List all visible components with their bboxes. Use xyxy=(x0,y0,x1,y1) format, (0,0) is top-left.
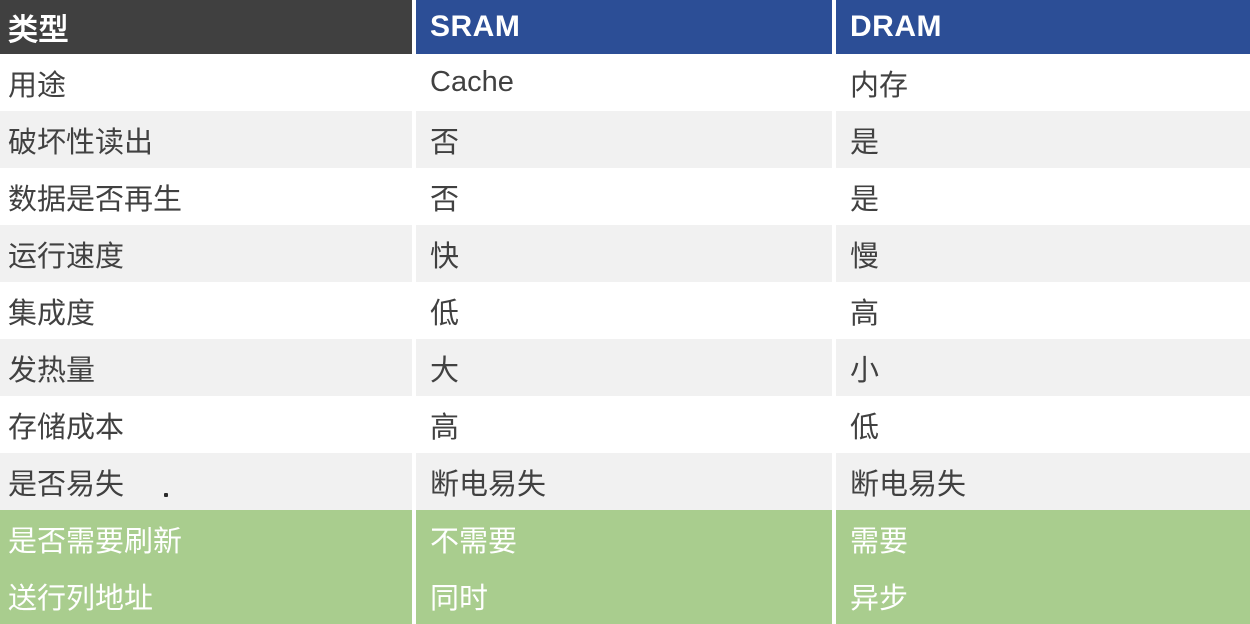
row-label: 送行列地址 xyxy=(0,567,412,624)
row-value-dram: 断电易失 xyxy=(836,453,1250,510)
row-label: 集成度 xyxy=(0,282,412,339)
header-cell-sram: SRAM xyxy=(416,0,832,54)
header-cell-type: 类型 xyxy=(0,0,412,54)
row-value-sram: 同时 xyxy=(416,567,832,624)
row-value-dram: 是 xyxy=(836,168,1250,225)
table-row: 用途 Cache 内存 xyxy=(0,54,1250,111)
row-value-dram: 低 xyxy=(836,396,1250,453)
row-value-sram: 大 xyxy=(416,339,832,396)
row-value-sram: 不需要 xyxy=(416,510,832,567)
row-value-dram: 小 xyxy=(836,339,1250,396)
table-row: 数据是否再生 否 是 xyxy=(0,168,1250,225)
row-label: 运行速度 xyxy=(0,225,412,282)
table-row: 存储成本 高 低 xyxy=(0,396,1250,453)
table-row: 是否易失 断电易失 断电易失 xyxy=(0,453,1250,510)
table-row: 集成度 低 高 xyxy=(0,282,1250,339)
row-value-dram: 高 xyxy=(836,282,1250,339)
row-label: 破坏性读出 xyxy=(0,111,412,168)
row-value-sram: 快 xyxy=(416,225,832,282)
row-value-dram: 内存 xyxy=(836,54,1250,111)
row-label: 数据是否再生 xyxy=(0,168,412,225)
stray-dot-artifact xyxy=(164,493,168,497)
row-value-sram: 断电易失 xyxy=(416,453,832,510)
row-value-sram: 否 xyxy=(416,111,832,168)
row-label: 发热量 xyxy=(0,339,412,396)
row-value-dram: 是 xyxy=(836,111,1250,168)
comparison-table: 类型 SRAM DRAM 用途 Cache 内存 破坏性读出 否 是 数据是否再… xyxy=(0,0,1250,624)
row-value-dram: 需要 xyxy=(836,510,1250,567)
table-row: 运行速度 快 慢 xyxy=(0,225,1250,282)
header-cell-dram: DRAM xyxy=(836,0,1250,54)
row-value-sram: 否 xyxy=(416,168,832,225)
table-row: 发热量 大 小 xyxy=(0,339,1250,396)
row-label: 是否需要刷新 xyxy=(0,510,412,567)
row-value-dram: 慢 xyxy=(836,225,1250,282)
table-row-highlighted: 送行列地址 同时 异步 xyxy=(0,567,1250,624)
row-value-sram: 高 xyxy=(416,396,832,453)
row-value-dram: 异步 xyxy=(836,567,1250,624)
row-label: 用途 xyxy=(0,54,412,111)
row-value-sram: 低 xyxy=(416,282,832,339)
table-header-row: 类型 SRAM DRAM xyxy=(0,0,1250,54)
table-row-highlighted: 是否需要刷新 不需要 需要 xyxy=(0,510,1250,567)
row-label: 存储成本 xyxy=(0,396,412,453)
row-label: 是否易失 xyxy=(0,453,412,510)
row-value-sram: Cache xyxy=(416,54,832,111)
table-row: 破坏性读出 否 是 xyxy=(0,111,1250,168)
